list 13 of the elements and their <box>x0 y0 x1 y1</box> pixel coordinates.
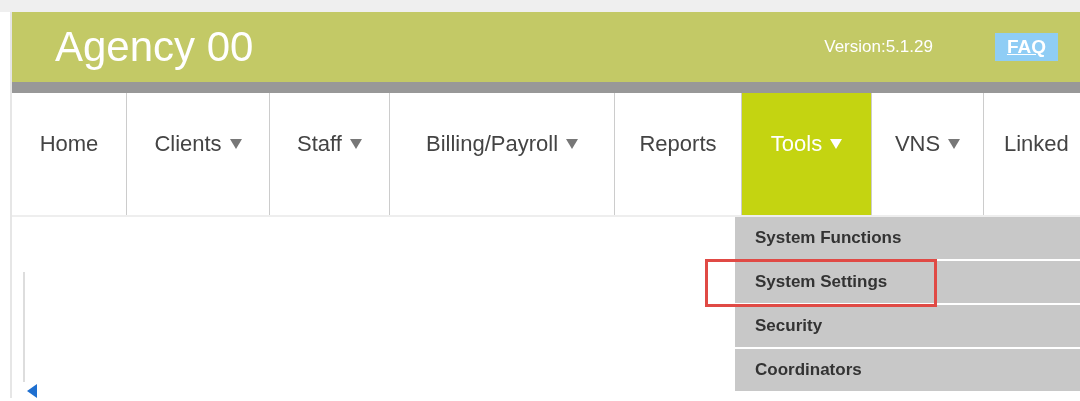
nav-tab[interactable]: Home <box>12 93 127 215</box>
nav-tab[interactable]: Billing/Payroll <box>390 93 615 215</box>
version-label: Version:5.1.29 <box>824 37 933 57</box>
agency-title: Agency 00 <box>55 23 254 71</box>
nav-tab[interactable]: Staff <box>270 93 390 215</box>
menu-item[interactable]: System Functions <box>735 217 1080 261</box>
nav-tab[interactable]: Linked <box>984 93 1080 215</box>
menu-item[interactable]: Security <box>735 305 1080 349</box>
menu-item[interactable]: System Settings <box>735 261 1080 305</box>
nav-tab[interactable]: VNS <box>872 93 984 215</box>
menu-item[interactable]: Coordinators <box>735 349 1080 393</box>
collapse-arrow-icon[interactable] <box>27 384 37 398</box>
nav-tab[interactable]: Clients <box>127 93 270 215</box>
